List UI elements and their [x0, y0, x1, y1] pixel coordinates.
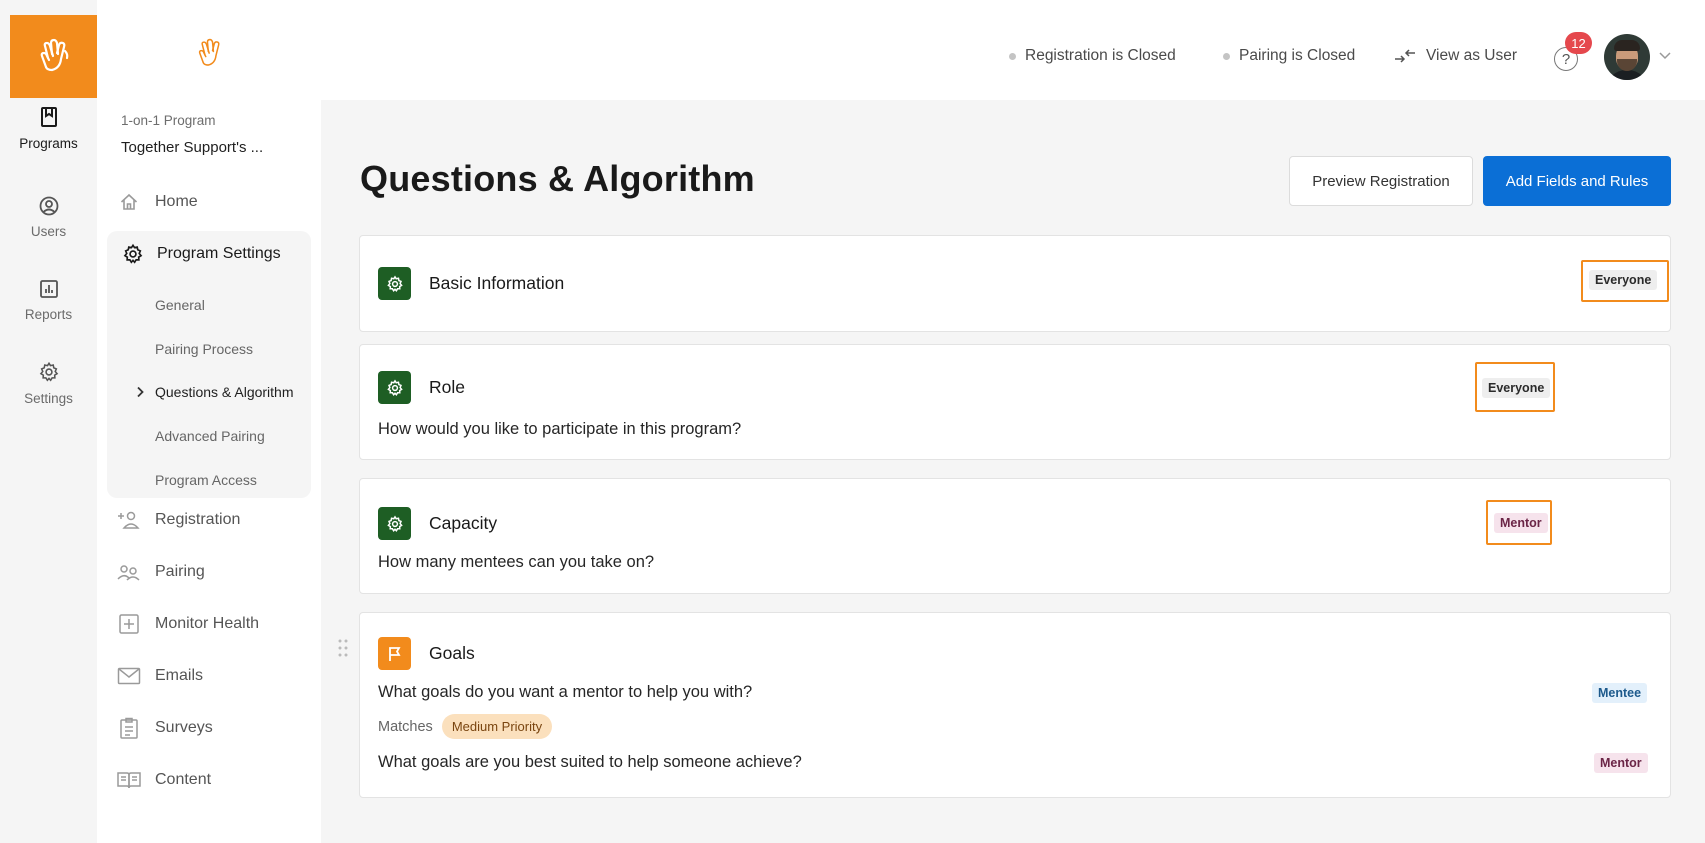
question-card-goals[interactable]: Goals What goals do you want a mentor to… [338, 612, 1671, 798]
gear-icon [119, 243, 147, 265]
sidebar-item-label: Content [155, 771, 212, 788]
registration-status-text: Registration is Closed [1025, 47, 1176, 64]
rail-item-label: Reports [24, 307, 73, 322]
question-card-capacity[interactable]: Capacity How many mentees can you take o… [359, 478, 1671, 594]
card-title: Role [429, 377, 465, 397]
card-header: Basic Information [378, 267, 564, 300]
sidebar-item-surveys[interactable]: Surveys [107, 708, 213, 748]
home-icon [115, 192, 143, 212]
settings-item-label: Questions & Algorithm [155, 384, 294, 400]
audience-badge: Everyone [1482, 378, 1551, 398]
page-title: Questions & Algorithm [360, 158, 755, 199]
card-title: Basic Information [429, 273, 565, 293]
sidebar-item-content[interactable]: Content [107, 760, 211, 800]
waving-hand-logo-icon [40, 38, 68, 71]
sidebar-item-label: Emails [155, 667, 204, 684]
question-text: How many mentees can you take on? [378, 553, 655, 571]
sidebar-item-label: Monitor Health [155, 615, 260, 632]
rail-item-label: Programs [19, 136, 78, 151]
waving-hand-brand-icon [198, 38, 220, 66]
gear-icon [378, 371, 411, 404]
flag-icon [378, 637, 411, 670]
view-as-user-button[interactable]: View as User [1394, 47, 1517, 65]
sidebar-item-label: Pairing [155, 563, 205, 580]
question-card-basic-information[interactable]: Basic Information Everyone [359, 235, 1671, 332]
audience-badge: Mentor [1594, 753, 1648, 773]
sidebar-item-label: Home [155, 193, 198, 210]
priority-pill[interactable]: Medium Priority [441, 714, 553, 739]
user-circle-icon [39, 196, 58, 216]
pairing-status-text: Pairing is Closed [1239, 47, 1356, 64]
app-logo[interactable] [10, 15, 97, 98]
settings-gear-icon [39, 361, 58, 382]
top-bar: Registration is Closed Pairing is Closed… [321, 0, 1705, 100]
health-plus-icon [115, 613, 143, 635]
audience-badge: Mentee [1592, 683, 1648, 703]
audience-badge: Mentor [1494, 513, 1548, 533]
settings-item-program-access[interactable]: Program Access [155, 472, 257, 488]
status-dot [1223, 52, 1230, 60]
program-type: 1-on-1 Program [121, 113, 216, 128]
mail-icon [115, 667, 143, 685]
program-name[interactable]: Together Support's ... [121, 139, 263, 156]
app-rail: Programs Users Reports Settings [0, 0, 97, 843]
pairing-people-icon [115, 562, 143, 582]
preview-registration-button[interactable]: Preview Registration [1289, 156, 1473, 206]
rail-item-users[interactable]: Users [0, 196, 97, 239]
sidebar-item-label: Surveys [155, 719, 213, 736]
card-header: Role [378, 371, 465, 404]
settings-item-general[interactable]: General [155, 297, 205, 313]
content-book-icon [115, 770, 143, 790]
swap-arrows-icon [1395, 49, 1415, 63]
rail-item-programs[interactable]: Programs [0, 106, 97, 151]
card-header: Capacity [378, 507, 497, 540]
settings-item-pairing-process[interactable]: Pairing Process [155, 341, 253, 357]
settings-item-questions-algorithm[interactable]: Questions & Algorithm [135, 384, 294, 400]
gear-icon [378, 267, 411, 300]
rail-item-reports[interactable]: Reports [0, 279, 97, 322]
chevron-down-icon[interactable] [1659, 52, 1671, 60]
program-settings-group: Program Settings General Pairing Process… [107, 231, 311, 498]
sidebar-item-registration[interactable]: Registration [107, 500, 240, 540]
registration-status: Registration is Closed [1009, 47, 1176, 65]
notification-badge[interactable]: 12 [1565, 32, 1592, 54]
survey-clipboard-icon [115, 717, 143, 739]
program-sidebar: 1-on-1 Program Together Support's ... Ho… [97, 0, 321, 843]
sidebar-item-label: Program Settings [157, 245, 281, 262]
audience-badge: Everyone [1589, 270, 1658, 290]
status-dot [1009, 52, 1016, 60]
rail-item-label: Users [30, 224, 67, 239]
sidebar-item-emails[interactable]: Emails [107, 656, 203, 696]
card-title: Goals [429, 643, 475, 663]
add-fields-and-rules-button[interactable]: Add Fields and Rules [1483, 156, 1671, 206]
question-text: How would you like to participate in thi… [378, 420, 742, 438]
question-text: What goals do you want a mentor to help … [378, 683, 753, 701]
programs-book-icon [40, 107, 57, 127]
pairing-status: Pairing is Closed [1223, 47, 1355, 65]
question-card-role[interactable]: Role How would you like to participate i… [359, 344, 1671, 460]
chevron-right-icon [137, 386, 144, 398]
card-header: Goals [378, 637, 475, 670]
rail-item-label: Settings [24, 391, 73, 406]
settings-item-advanced-pairing[interactable]: Advanced Pairing [155, 428, 265, 444]
view-as-user-label: View as User [1426, 47, 1518, 64]
gear-icon [378, 507, 411, 540]
sidebar-item-home[interactable]: Home [107, 182, 198, 222]
card-title: Capacity [429, 513, 498, 533]
add-person-icon [115, 510, 143, 530]
reports-chart-icon [39, 280, 58, 298]
main-content: Questions & Algorithm Preview Registrati… [321, 100, 1705, 843]
matches-row: Matches Medium Priority [378, 714, 553, 739]
drag-handle-icon[interactable] [338, 639, 348, 657]
sidebar-item-label: Registration [155, 511, 241, 528]
avatar[interactable] [1604, 34, 1650, 80]
sidebar-item-monitor-health[interactable]: Monitor Health [107, 604, 259, 644]
rail-item-settings[interactable]: Settings [0, 361, 97, 406]
sidebar-item-pairing[interactable]: Pairing [107, 552, 205, 592]
matches-label: Matches [378, 718, 433, 735]
sidebar-item-program-settings[interactable]: Program Settings [119, 243, 281, 265]
question-text: What goals are you best suited to help s… [378, 753, 802, 771]
